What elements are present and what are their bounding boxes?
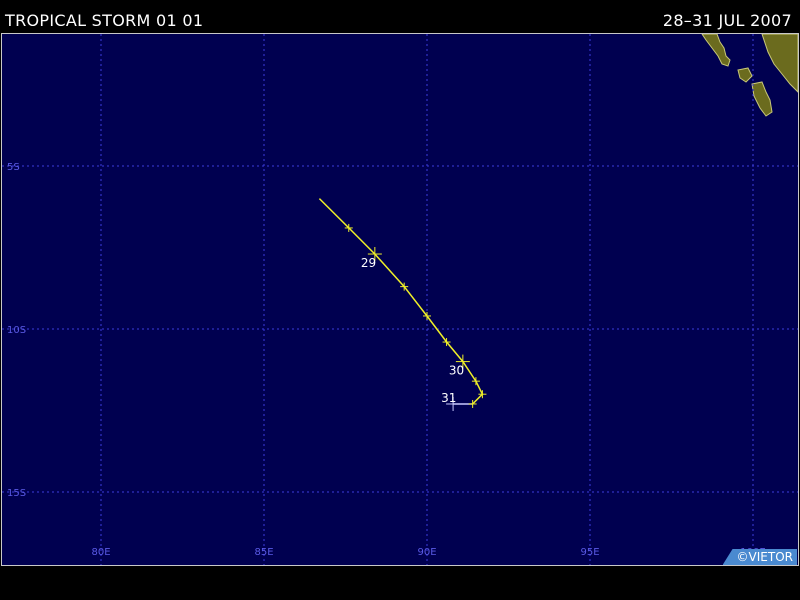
lat-label: 5S — [7, 162, 20, 173]
land-mass — [701, 34, 731, 67]
lon-label: 80E — [91, 547, 110, 558]
storm-title: TROPICAL STORM 01 01 — [5, 11, 204, 30]
map-frame: TROPICAL STORM 01 01 28–31 JUL 2007 80E 8… — [0, 0, 800, 600]
lat-label: 15S — [7, 488, 26, 499]
track-map: 80E85E90E95E100E5S10S15S 293031 — [2, 34, 798, 565]
day-label: 31 — [441, 391, 456, 405]
lat-label: 10S — [7, 325, 26, 336]
storm-track — [318, 198, 487, 411]
island — [751, 81, 773, 117]
lon-label: 95E — [580, 547, 599, 558]
credit-badge: ©VIETOR — [722, 549, 797, 565]
date-range: 28–31 JUL 2007 — [662, 11, 792, 30]
land-layer — [701, 34, 798, 117]
island — [737, 67, 753, 83]
day-label: 29 — [361, 256, 376, 270]
day-labels: 29 30 31 — [361, 256, 464, 405]
map-area: 80E85E90E95E100E5S10S15S 293031 ©VIETOR — [1, 33, 799, 566]
graticule: 80E85E90E95E100E5S10S15S — [2, 34, 798, 565]
lon-label: 85E — [254, 547, 273, 558]
land-mass — [761, 34, 798, 93]
day-label: 30 — [449, 364, 464, 378]
lon-label: 90E — [417, 547, 436, 558]
